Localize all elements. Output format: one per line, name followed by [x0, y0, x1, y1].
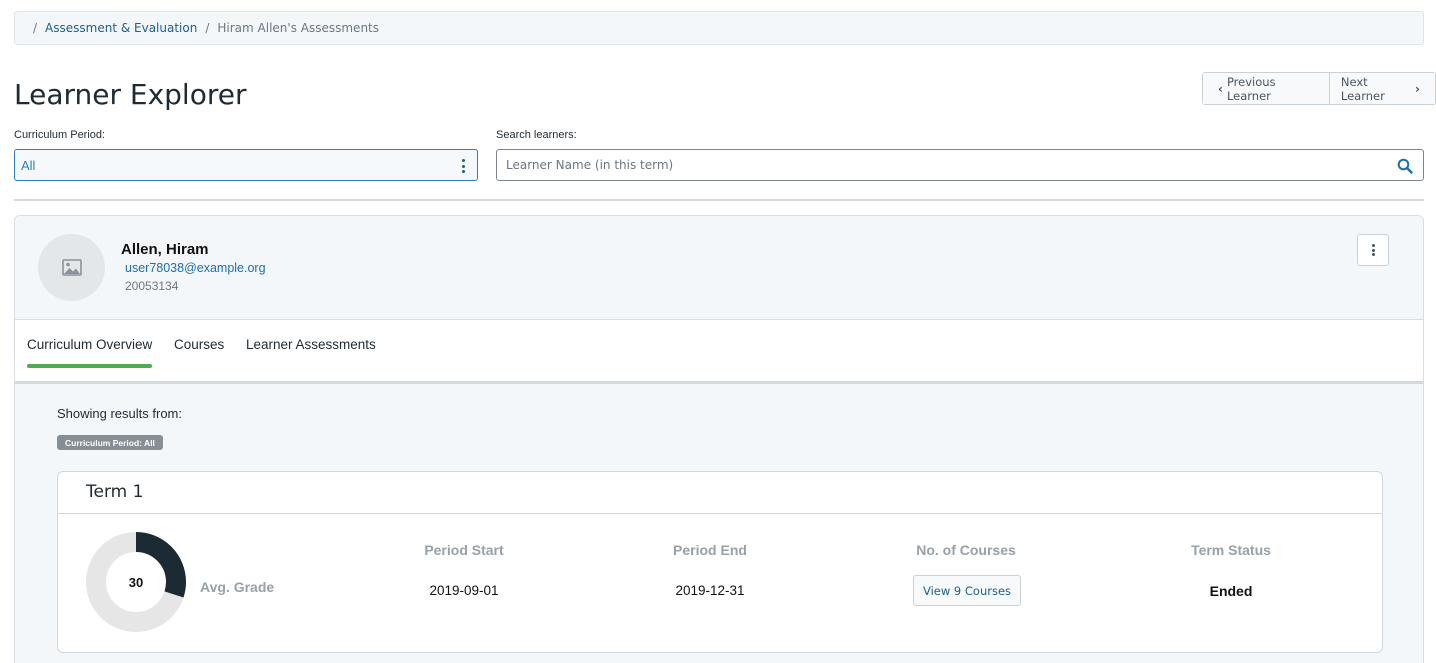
next-learner-button[interactable]: Next Learner ›: [1328, 73, 1435, 104]
term-status-header: Term Status: [1191, 542, 1271, 558]
tab-learner-assessments[interactable]: Learner Assessments: [246, 337, 376, 352]
search-learners-input[interactable]: [497, 150, 1423, 180]
avatar: [38, 234, 105, 301]
learner-email-link[interactable]: user78038@example.org: [125, 261, 266, 275]
term-card: Term 1 30 Avg. Grade Period Start 2019-0…: [57, 471, 1383, 653]
learner-navigation: ‹ Previous Learner Next Learner ›: [1202, 72, 1436, 105]
kebab-menu-icon: [462, 159, 465, 173]
kebab-menu-icon: [1371, 244, 1375, 256]
learner-tabs: Curriculum Overview Courses Learner Asse…: [15, 320, 1423, 384]
search-learners-box: [496, 149, 1424, 181]
learner-card: Allen, Hiram user78038@example.org 20053…: [14, 215, 1424, 663]
chevron-left-icon: ‹: [1218, 81, 1223, 96]
curriculum-period-value: All: [21, 157, 36, 173]
term-divider: [58, 513, 1382, 514]
tab-courses[interactable]: Courses: [174, 337, 224, 352]
breadcrumb-separator: /: [205, 21, 210, 35]
breadcrumb: / Assessment & Evaluation / Hiram Allen'…: [14, 11, 1424, 45]
breadcrumb-separator: /: [33, 21, 38, 35]
showing-results-label: Showing results from:: [57, 406, 182, 421]
view-courses-button[interactable]: View 9 Courses: [913, 575, 1021, 606]
curriculum-period-label: Curriculum Period:: [14, 129, 106, 141]
page-title: Learner Explorer: [14, 78, 247, 111]
term-title: Term 1: [86, 482, 144, 502]
previous-learner-label: Previous Learner: [1226, 74, 1276, 103]
chevron-right-icon: ›: [1415, 81, 1420, 96]
breadcrumb-current: Hiram Allen's Assessments: [217, 21, 380, 35]
learner-id-number: 20053134: [125, 279, 179, 293]
avg-grade-donut: 30: [86, 532, 186, 632]
avg-grade-label: Avg. Grade: [200, 579, 275, 595]
section-divider: [14, 199, 1424, 201]
learner-options-button[interactable]: [1357, 234, 1389, 266]
previous-learner-button[interactable]: ‹ Previous Learner: [1203, 73, 1329, 104]
learner-name: Allen, Hiram: [121, 241, 209, 258]
period-start-header: Period Start: [424, 542, 504, 558]
search-learners-label: Search learners:: [496, 129, 577, 141]
active-tab-indicator: [27, 364, 152, 368]
term-status-value: Ended: [1209, 583, 1253, 599]
no-of-courses-header: No. of Courses: [916, 542, 1016, 558]
learner-header: Allen, Hiram user78038@example.org 20053…: [15, 216, 1423, 320]
avg-grade-value: 30: [129, 575, 143, 590]
period-end-header: Period End: [673, 542, 747, 558]
image-icon: [61, 259, 82, 276]
breadcrumb-link-assessment[interactable]: Assessment & Evaluation: [45, 21, 197, 35]
search-icon[interactable]: [1397, 158, 1413, 174]
period-start-value: 2019-09-01: [429, 583, 499, 598]
period-end-value: 2019-12-31: [675, 583, 745, 598]
curriculum-period-select[interactable]: All: [14, 149, 478, 181]
tab-curriculum-overview[interactable]: Curriculum Overview: [27, 337, 152, 352]
next-learner-label: Next Learner: [1340, 74, 1385, 103]
curriculum-period-badge: Curriculum Period: All: [57, 435, 163, 450]
